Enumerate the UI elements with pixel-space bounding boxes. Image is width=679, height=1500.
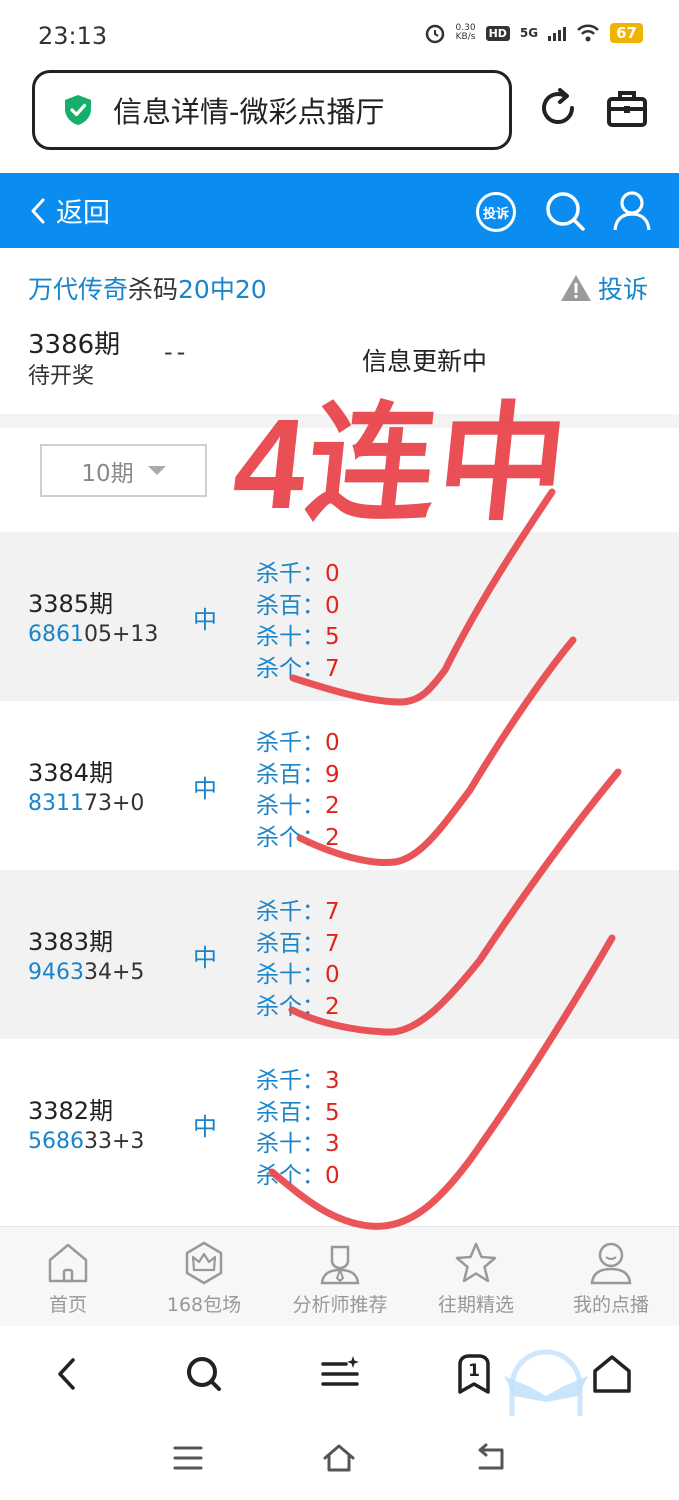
nav-home-label: 首页	[48, 1294, 87, 1316]
record-row: 3383期 946334+5 中 杀千：7 杀百：7 杀十：0 杀个：2	[0, 870, 679, 1039]
nav-my-label: 我的点播	[572, 1294, 649, 1316]
nav-selection-label: 往期精选	[437, 1294, 514, 1316]
kill-hundred: 杀百：9	[256, 762, 340, 788]
record-result: 中	[193, 775, 217, 803]
status-bar: 23:13 0.30 KB/s HD 5G 67	[0, 0, 679, 70]
pending-dash: --	[164, 338, 190, 366]
page-title: 信息详情-微彩点播厅	[113, 95, 385, 129]
kill-thousand: 杀千：0	[256, 561, 340, 587]
user-icon[interactable]	[612, 190, 652, 232]
record-row: 3385期 686105+13 中 杀千：0 杀百：0 杀十：5 杀个：7	[0, 532, 679, 701]
status-icons: 0.30 KB/s HD 5G 67	[424, 22, 643, 44]
address-bar[interactable]: 信息详情-微彩点播厅	[32, 70, 512, 150]
record-result: 中	[193, 944, 217, 972]
browser-search-icon[interactable]	[182, 1352, 226, 1396]
record-row: 3382期 568633+3 中 杀千：3 杀百：5 杀十：3 杀个：0	[0, 1039, 679, 1208]
user-icon	[590, 1242, 632, 1285]
info-title: 万代传奇杀码20中20	[28, 270, 267, 306]
record-period: 3385期	[28, 590, 114, 618]
net-speed: 0.30 KB/s	[455, 23, 476, 42]
system-home-icon[interactable]	[321, 1440, 357, 1476]
kill-hundred: 杀百：5	[256, 1100, 340, 1126]
float-ball-icon[interactable]	[498, 1346, 594, 1422]
battery-level: 67	[610, 23, 643, 43]
title-type: 杀码	[128, 275, 179, 304]
kill-thousand: 杀千：3	[256, 1068, 340, 1094]
title-hitrate: 20中20	[178, 275, 267, 304]
nav-my[interactable]: 我的点播	[543, 1240, 679, 1317]
recent-apps-icon[interactable]	[170, 1440, 206, 1476]
warning-icon	[561, 275, 591, 301]
search-icon[interactable]	[544, 190, 586, 232]
nav-selection[interactable]: 往期精选	[408, 1240, 544, 1317]
home-icon	[48, 1243, 88, 1283]
nav-analyst[interactable]: 分析师推荐	[272, 1240, 408, 1317]
record-code: 946334+5	[28, 960, 145, 985]
hd-badge: HD	[485, 25, 510, 41]
record-code: 568633+3	[28, 1129, 145, 1154]
kill-hundred: 杀百：0	[256, 593, 340, 619]
refresh-icon[interactable]	[536, 86, 580, 130]
record-period: 3384期	[28, 759, 114, 787]
star-icon	[455, 1242, 497, 1283]
tabs-button[interactable]: 1	[452, 1352, 496, 1396]
record-code: 831173+0	[28, 791, 145, 816]
record-result: 中	[193, 1113, 217, 1141]
system-back-icon[interactable]	[472, 1440, 508, 1476]
record-row: 3384期 831173+0 中 杀千：0 杀百：9 杀十：2 杀个：2	[0, 701, 679, 870]
handwritten-annotation-text: 4连中	[227, 393, 576, 536]
browser-back-icon[interactable]	[46, 1352, 90, 1396]
complain-label: 投诉	[598, 275, 649, 304]
browser-home-icon[interactable]	[590, 1352, 634, 1396]
nav-home[interactable]: 首页	[0, 1240, 136, 1317]
nav-168[interactable]: 168包场	[136, 1240, 272, 1317]
nav-168-label: 168包场	[166, 1294, 242, 1316]
title-brand: 万代传奇	[28, 275, 129, 304]
kill-unit: 杀个：0	[256, 1163, 340, 1189]
period-select-value: 10期	[81, 460, 134, 487]
kill-thousand: 杀千：0	[256, 730, 340, 756]
kill-hundred: 杀百：7	[256, 931, 340, 957]
kill-ten: 杀十：5	[256, 624, 340, 650]
complain-link[interactable]: 投诉	[560, 270, 648, 306]
status-time: 23:13	[38, 22, 108, 50]
caret-down-icon	[147, 466, 166, 475]
wifi-icon	[577, 24, 600, 42]
record-code: 686105+13	[28, 622, 159, 647]
back-button[interactable]: 返回	[28, 173, 110, 248]
kill-unit: 杀个：7	[256, 656, 340, 682]
record-result: 中	[193, 606, 217, 634]
chevron-left-icon	[31, 198, 45, 223]
record-period: 3382期	[28, 1097, 114, 1125]
complain-button[interactable]: 投诉	[476, 192, 516, 232]
period-select[interactable]: 10期	[40, 444, 207, 497]
signal-icon	[548, 27, 567, 41]
kill-unit: 杀个：2	[256, 994, 340, 1020]
kill-thousand: 杀千：7	[256, 899, 340, 925]
nav-analyst-label: 分析师推荐	[292, 1294, 388, 1316]
shield-check-icon	[65, 95, 91, 125]
back-label: 返回	[56, 198, 110, 229]
kill-ten: 杀十：3	[256, 1131, 340, 1157]
pending-period: 3386期	[28, 330, 121, 360]
tab-count: 1	[468, 1361, 480, 1381]
toolbox-icon[interactable]	[606, 88, 648, 130]
kill-unit: 杀个：2	[256, 825, 340, 851]
kill-ten: 杀十：2	[256, 793, 340, 819]
analyst-icon	[320, 1245, 360, 1285]
alarm-icon	[425, 24, 444, 44]
crown-icon	[185, 1241, 223, 1285]
kill-ten: 杀十：0	[256, 962, 340, 988]
network-type: 5G	[519, 26, 539, 40]
menu-icon[interactable]	[318, 1352, 362, 1396]
record-period: 3383期	[28, 928, 114, 956]
pending-status: 待开奖	[28, 364, 95, 389]
